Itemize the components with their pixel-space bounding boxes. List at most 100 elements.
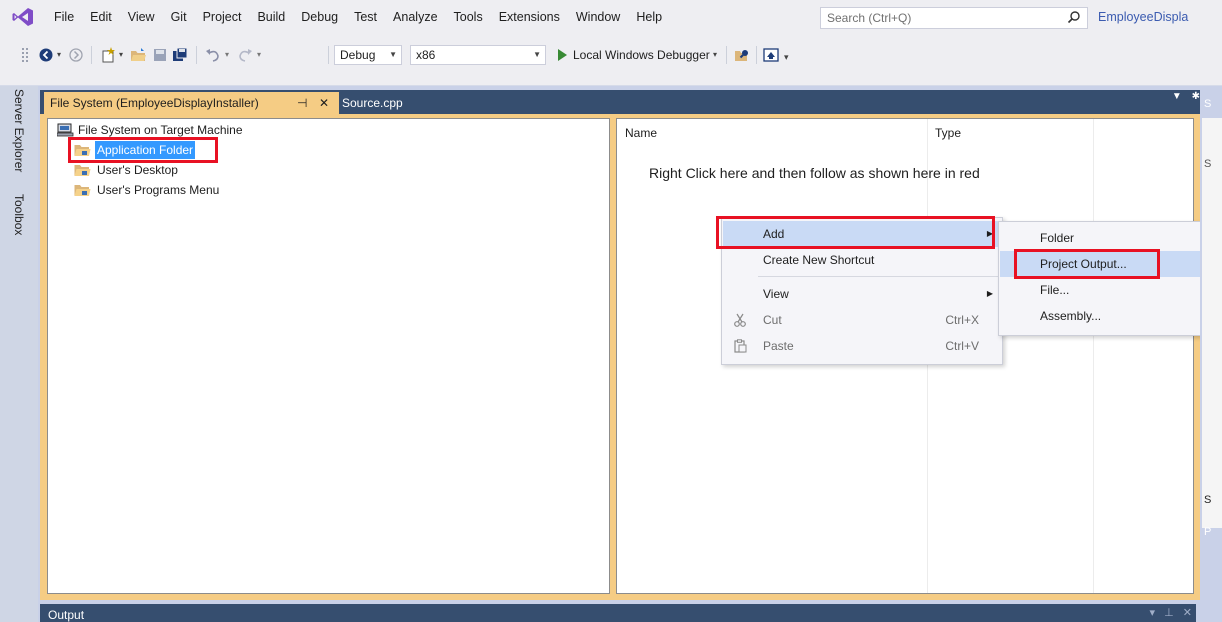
solution-name: EmployeeDispla [1098, 10, 1189, 24]
menu-items: File Edit View Git Project Build Debug T… [46, 0, 670, 34]
menu-item-label: Create New Shortcut [763, 253, 875, 267]
context-menu-view[interactable]: View ▶ [723, 281, 1001, 307]
computer-icon [57, 123, 74, 137]
solution-configuration-select[interactable]: Debug ▼ [334, 45, 402, 65]
back-dropdown-icon[interactable]: ▾ [57, 47, 61, 63]
submenu-project-output[interactable]: Project Output... [1000, 251, 1208, 277]
menu-item-label: File... [1040, 283, 1070, 297]
tree-root-label: File System on Target Machine [78, 123, 243, 137]
undo-icon[interactable] [205, 47, 221, 63]
menu-view[interactable]: View [120, 0, 163, 34]
menu-analyze[interactable]: Analyze [385, 0, 445, 34]
visual-studio-logo-icon[interactable] [12, 7, 34, 27]
open-folder-icon[interactable] [130, 47, 147, 63]
navigate-forward-icon[interactable] [68, 47, 84, 63]
chevron-down-icon: ▼ [533, 50, 541, 59]
menu-item-label: Assembly... [1040, 309, 1102, 323]
toolbar-separator [196, 46, 197, 64]
redo-dropdown-icon[interactable]: ▾ [257, 47, 261, 63]
menu-help[interactable]: Help [628, 0, 670, 34]
menu-item-label: View [763, 287, 789, 301]
menu-file[interactable]: File [46, 0, 82, 34]
navigate-back-icon[interactable] [38, 47, 54, 63]
panel-letter: S [1204, 98, 1212, 110]
tab-server-explorer[interactable]: Server Explorer [12, 89, 26, 172]
tree-item-label: User's Programs Menu [97, 183, 220, 197]
submenu-folder[interactable]: Folder [1000, 225, 1208, 251]
new-project-icon[interactable] [100, 47, 116, 63]
tab-source-cpp[interactable]: Source.cpp [339, 92, 464, 114]
context-menu-paste[interactable]: Paste Ctrl+V [723, 333, 1001, 359]
folder-icon [74, 165, 91, 176]
toolbar-overflow-icon[interactable]: ▾ [784, 47, 789, 63]
menu-item-label: Project Output... [1040, 257, 1127, 271]
column-header-name[interactable]: Name [625, 125, 657, 141]
menu-project[interactable]: Project [195, 0, 250, 34]
start-debugging-button[interactable]: Local Windows Debugger [573, 46, 710, 64]
menu-bar: File Edit View Git Project Build Debug T… [0, 0, 1222, 34]
paste-icon [734, 339, 747, 353]
tab-file-system[interactable]: File System (EmployeeDisplayInstaller) ⊣… [44, 92, 339, 114]
folder-icon [74, 185, 91, 196]
tree-item-users-desktop[interactable]: User's Desktop [74, 161, 224, 179]
tab-source-label: Source.cpp [342, 96, 403, 110]
panel-letter: S [1204, 158, 1212, 170]
close-icon[interactable]: ✕ [1183, 607, 1192, 619]
search-placeholder: Search (Ctrl+Q) [827, 11, 912, 25]
new-dropdown-icon[interactable]: ▾ [119, 47, 123, 63]
debugger-dropdown-icon[interactable]: ▾ [713, 47, 717, 63]
search-input[interactable]: Search (Ctrl+Q) [820, 7, 1088, 29]
output-panel-controls: ▾ ⊥ ✕ [1150, 606, 1192, 619]
tree-item-application-folder[interactable]: Application Folder [74, 141, 224, 159]
left-tool-strip: Server Explorer Toolbox [0, 86, 38, 622]
tree-item-label: User's Desktop [97, 163, 178, 177]
toolbar-separator [91, 46, 92, 64]
submenu-arrow-icon: ▶ [986, 289, 993, 298]
solution-explorer-panel: S S S P [1202, 98, 1222, 538]
menu-build[interactable]: Build [249, 0, 293, 34]
toolbar-separator [756, 46, 757, 64]
standard-toolbar: ▾ ▾ ▾ ▾ Debug ▼ x86 ▼ Local Windows Debu… [0, 34, 1222, 86]
menu-edit[interactable]: Edit [82, 0, 120, 34]
toolbar-grip-icon [22, 48, 28, 62]
submenu-file[interactable]: File... [1000, 277, 1208, 303]
gear-icon[interactable]: ✱ [1192, 91, 1200, 102]
search-icon [1067, 11, 1080, 24]
menu-window[interactable]: Window [568, 0, 628, 34]
shortcut-text: Ctrl+X [945, 313, 979, 327]
column-header-type[interactable]: Type [935, 125, 961, 141]
toolbar-separator [328, 46, 329, 64]
context-menu-cut[interactable]: Cut Ctrl+X [723, 307, 1001, 333]
pin-icon[interactable]: ⊣ [297, 92, 307, 114]
chevron-down-icon[interactable]: ▾ [1150, 607, 1156, 619]
menu-item-label: Paste [763, 339, 794, 353]
menu-tools[interactable]: Tools [446, 0, 491, 34]
submenu-assembly[interactable]: Assembly... [1000, 303, 1208, 329]
tree-item-users-programs-menu[interactable]: User's Programs Menu [74, 181, 254, 199]
output-panel-header[interactable] [40, 604, 1196, 622]
find-in-files-icon[interactable] [734, 47, 750, 63]
tab-toolbox[interactable]: Toolbox [12, 194, 26, 235]
undo-dropdown-icon[interactable]: ▾ [225, 47, 229, 63]
context-menu-add[interactable]: Add ▶ [723, 221, 1001, 247]
solution-platform-select[interactable]: x86 ▼ [410, 45, 546, 65]
active-files-dropdown-icon[interactable]: ▼ [1172, 91, 1182, 102]
save-all-icon[interactable] [172, 47, 188, 63]
pin-icon[interactable]: ⊥ [1164, 607, 1174, 619]
start-debugging-icon[interactable] [556, 47, 568, 63]
menu-extensions[interactable]: Extensions [491, 0, 568, 34]
close-icon[interactable]: ✕ [319, 92, 329, 114]
menu-test[interactable]: Test [346, 0, 385, 34]
context-menu-create-new-shortcut[interactable]: Create New Shortcut [723, 247, 1001, 273]
tree-root[interactable]: File System on Target Machine [57, 121, 297, 139]
configuration-value: Debug [340, 48, 376, 62]
redo-icon[interactable] [237, 47, 253, 63]
tree-item-label: Application Folder [95, 141, 196, 159]
submenu-arrow-icon: ▶ [986, 229, 993, 238]
toolbar-separator [726, 46, 727, 64]
start-page-icon[interactable] [763, 47, 779, 63]
file-system-tree[interactable]: File System on Target Machine Applicatio… [47, 118, 610, 594]
menu-debug[interactable]: Debug [293, 0, 346, 34]
menu-git[interactable]: Git [163, 0, 195, 34]
save-icon[interactable] [153, 47, 167, 63]
